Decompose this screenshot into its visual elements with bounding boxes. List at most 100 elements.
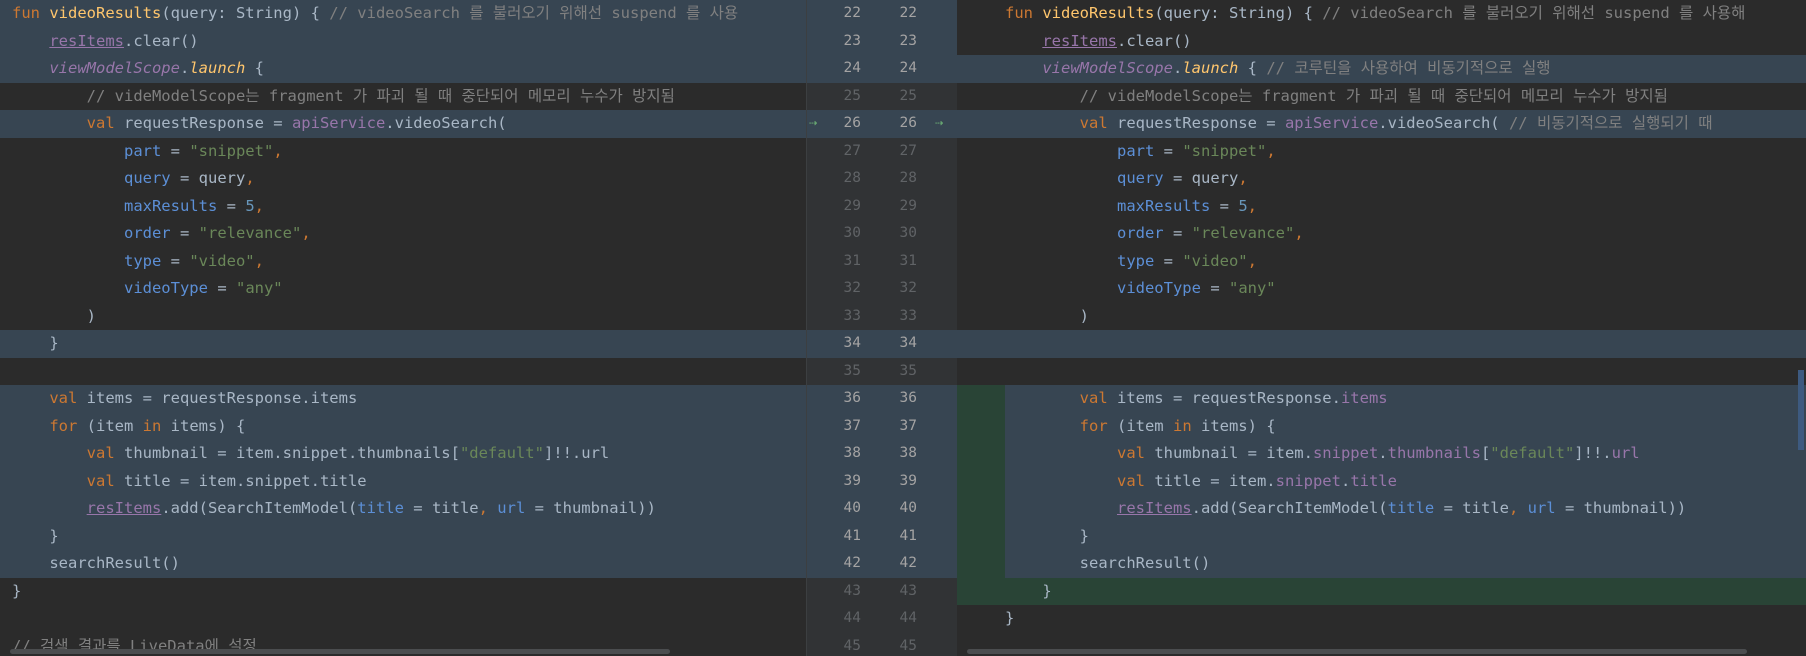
- code-line[interactable]: }: [957, 577, 1806, 605]
- code-line[interactable]: maxResults = 5,: [957, 193, 1806, 221]
- apply-change-arrow-icon[interactable]: ⇢: [935, 110, 943, 138]
- code-line[interactable]: order = "relevance",: [0, 220, 806, 248]
- code-line[interactable]: resItems.add(SearchItemModel(title = tit…: [0, 495, 806, 523]
- code-line[interactable]: searchResult(): [0, 550, 806, 578]
- line-number-right: 39: [899, 472, 917, 489]
- code-token: = query: [170, 169, 246, 187]
- code-line[interactable]: [0, 358, 806, 386]
- code-token: = title: [403, 499, 479, 517]
- line-number-right: 23: [899, 32, 917, 49]
- code-token: .: [179, 59, 190, 77]
- code-line[interactable]: type = "video",: [957, 248, 1806, 276]
- code-line[interactable]: }: [0, 330, 806, 358]
- code-line[interactable]: type = "video",: [0, 248, 806, 276]
- code-text: searchResult(): [1005, 550, 1211, 578]
- code-line[interactable]: val title = item.snippet.title: [957, 467, 1806, 495]
- vertical-scrollbar[interactable]: [1798, 370, 1804, 450]
- code-token: title: [1350, 471, 1397, 490]
- line-number-right: 32: [899, 280, 917, 296]
- code-line[interactable]: [957, 330, 1806, 358]
- code-token: query: [1116, 169, 1164, 187]
- code-line[interactable]: videoType = "any": [957, 275, 1806, 303]
- code-text: val requestResponse = apiService.videoSe…: [1005, 110, 1713, 138]
- code-token: "snippet": [189, 141, 274, 160]
- line-number-right: 33: [899, 307, 917, 324]
- code-line[interactable]: for (item in items) {: [0, 412, 806, 440]
- code-line[interactable]: val thumbnail = item.snippet.thumbnails[…: [957, 440, 1806, 468]
- code-line[interactable]: viewModelScope.launch {: [0, 55, 806, 83]
- code-line[interactable]: query = query,: [957, 165, 1806, 193]
- left-code-pane[interactable]: fun videoResults(query: String) { // vid…: [0, 0, 806, 656]
- code-token: thumbnails: [1387, 444, 1481, 462]
- code-line[interactable]: fun videoResults(query: String) { // vid…: [957, 0, 1806, 28]
- code-line[interactable]: val requestResponse = apiService.videoSe…: [0, 110, 806, 138]
- code-line[interactable]: viewModelScope.launch { // 코루틴을 사용하여 비동기…: [957, 55, 1806, 83]
- line-number-left: 29: [843, 197, 861, 214]
- code-line[interactable]: query = query,: [0, 165, 806, 193]
- line-number-left: 36: [843, 390, 861, 406]
- code-text: type = "video",: [1005, 248, 1257, 276]
- code-line[interactable]: }: [957, 522, 1806, 551]
- right-code-pane[interactable]: fun videoResults(query: String) { // vid…: [957, 0, 1806, 656]
- code-token: }: [1005, 609, 1015, 627]
- code-line[interactable]: }: [0, 522, 806, 550]
- code-line[interactable]: [0, 605, 806, 633]
- apply-change-arrow-icon[interactable]: ⇢: [809, 110, 817, 138]
- code-token: val: [86, 471, 124, 490]
- code-line[interactable]: [957, 358, 1806, 386]
- code-token: .clear(): [123, 31, 199, 50]
- code-text: part = "snippet",: [1005, 138, 1276, 166]
- gutter-row: 24 24: [807, 55, 957, 83]
- gutter-row: 29 29: [807, 193, 957, 221]
- line-number-left: 34: [843, 335, 861, 351]
- code-line[interactable]: searchResult(): [957, 550, 1806, 578]
- code-token: =: [1210, 196, 1239, 215]
- code-token: =: [161, 251, 190, 270]
- code-line[interactable]: videoType = "any": [0, 275, 806, 303]
- code-line[interactable]: // videModelScope는 fragment 가 파괴 될 때 중단되…: [0, 83, 806, 111]
- line-number-right: 25: [899, 87, 917, 104]
- gutter-row: 33 33: [807, 303, 957, 331]
- code-line[interactable]: maxResults = 5,: [0, 193, 806, 221]
- code-token: 5: [1238, 196, 1248, 215]
- code-line[interactable]: val items = requestResponse.items: [957, 385, 1806, 413]
- code-token: val: [49, 389, 87, 407]
- code-text: part = "snippet",: [12, 138, 283, 166]
- code-line[interactable]: ): [957, 303, 1806, 331]
- gutter-row: 26 26 ⇢ ⇢: [807, 110, 957, 138]
- code-line[interactable]: ): [0, 303, 806, 331]
- code-line[interactable]: val requestResponse = apiService.videoSe…: [957, 110, 1806, 138]
- code-line[interactable]: resItems.add(SearchItemModel(title = tit…: [957, 495, 1806, 523]
- code-line[interactable]: val items = requestResponse.items: [0, 385, 806, 413]
- code-line[interactable]: resItems.clear(): [0, 27, 806, 55]
- line-number-right: 42: [899, 555, 917, 571]
- code-line[interactable]: for (item in items) {: [957, 412, 1806, 440]
- horizontal-scrollbar[interactable]: [10, 649, 670, 654]
- code-line[interactable]: part = "snippet",: [957, 138, 1806, 166]
- code-line[interactable]: part = "snippet",: [0, 138, 806, 166]
- code-line[interactable]: order = "relevance",: [957, 220, 1806, 248]
- code-line[interactable]: }: [0, 578, 806, 606]
- code-line[interactable]: resItems.clear(): [957, 28, 1806, 56]
- line-number-right: 37: [899, 417, 917, 434]
- horizontal-scrollbar[interactable]: [967, 649, 1747, 654]
- code-line[interactable]: fun videoResults(query: String) { // vid…: [0, 0, 806, 28]
- code-token: url: [497, 499, 526, 517]
- code-token: part: [123, 141, 162, 160]
- code-line[interactable]: val thumbnail = item.snippet.thumbnails[…: [0, 440, 806, 468]
- code-line[interactable]: // videModelScope는 fragment 가 파괴 될 때 중단되…: [957, 83, 1806, 111]
- line-number-left: 41: [843, 527, 861, 544]
- code-line[interactable]: }: [957, 605, 1806, 633]
- code-text: }: [1005, 523, 1089, 551]
- code-line[interactable]: val title = item.snippet.title: [0, 467, 806, 495]
